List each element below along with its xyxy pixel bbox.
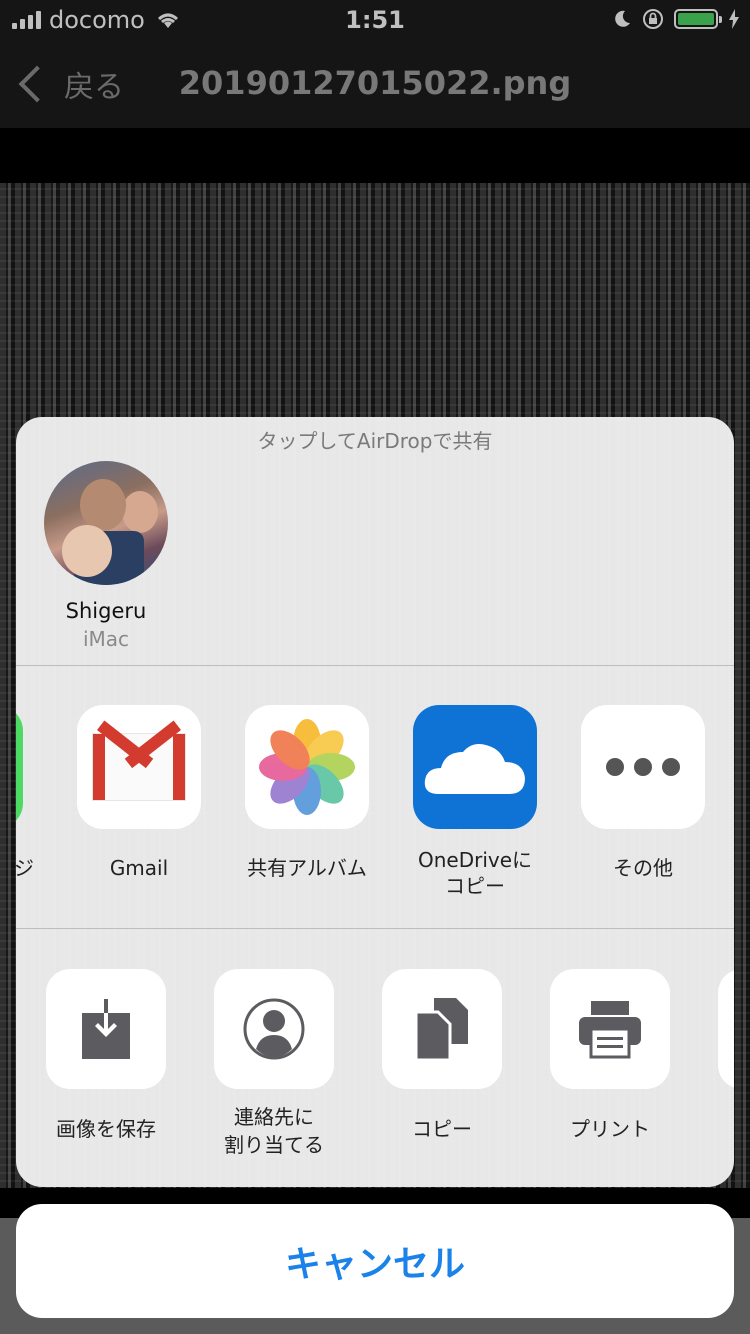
action-label: コピー — [412, 1117, 472, 1141]
share-app-label: Gmail — [109, 856, 169, 880]
share-app-label: 共有アルバム — [247, 856, 367, 880]
action-copy[interactable]: コピー — [367, 929, 517, 1143]
gmail-icon — [77, 705, 201, 829]
share-app-gmail[interactable]: Gmail — [64, 665, 214, 881]
action-label-line1: 連絡先に — [234, 1105, 314, 1129]
action-row: 画像を保存 連絡先に 割り当てる コピー プリント — [16, 929, 734, 1187]
action-label-line2: 割り当てる — [224, 1133, 324, 1157]
contact-device: iMac — [82, 627, 130, 651]
action-label: 連絡先に 割り当てる — [199, 1103, 349, 1159]
contact-name: Shigeru — [65, 599, 147, 623]
share-app-label-line1: OneDriveに — [417, 848, 533, 872]
share-app-messages[interactable]: ジ — [16, 665, 36, 881]
copy-icon — [382, 969, 502, 1089]
action-label: プリント — [570, 1117, 650, 1141]
photos-icon — [245, 705, 369, 829]
share-app-more[interactable]: その他 — [568, 665, 718, 881]
share-app-label-line2: コピー — [445, 874, 505, 898]
more-icon — [581, 705, 705, 829]
action-print[interactable]: プリント — [535, 929, 685, 1143]
action-label: 画像を保存 — [56, 1117, 156, 1141]
share-app-onedrive[interactable]: OneDriveに コピー — [400, 665, 550, 899]
share-app-label: ジ — [16, 856, 34, 880]
action-save-image[interactable]: 画像を保存 — [31, 929, 181, 1143]
airdrop-contact[interactable]: Shigeru iMac — [44, 461, 168, 651]
share-app-label: その他 — [613, 856, 673, 880]
share-app-shared-album[interactable]: 共有アルバム — [232, 665, 382, 881]
app-row: ジ Gmail 共有アルバム OneDriveに コピー その他 — [16, 665, 734, 927]
share-sheet: タップしてAirDropで共有 Shigeru iMac ジ Gmail 共有ア… — [16, 417, 734, 1187]
airdrop-caption: タップしてAirDropで共有 — [257, 429, 493, 453]
onedrive-icon — [413, 705, 537, 829]
share-app-label: OneDriveに コピー — [400, 847, 550, 899]
messages-icon — [16, 705, 23, 829]
avatar — [44, 461, 168, 585]
partial-action-tile — [718, 969, 734, 1089]
action-assign-contact[interactable]: 連絡先に 割り当てる — [199, 929, 349, 1159]
print-icon — [550, 969, 670, 1089]
save-image-icon — [46, 969, 166, 1089]
assign-contact-icon — [214, 969, 334, 1089]
action-next-partial[interactable] — [703, 929, 734, 1089]
cancel-button[interactable]: キャンセル — [16, 1204, 734, 1318]
